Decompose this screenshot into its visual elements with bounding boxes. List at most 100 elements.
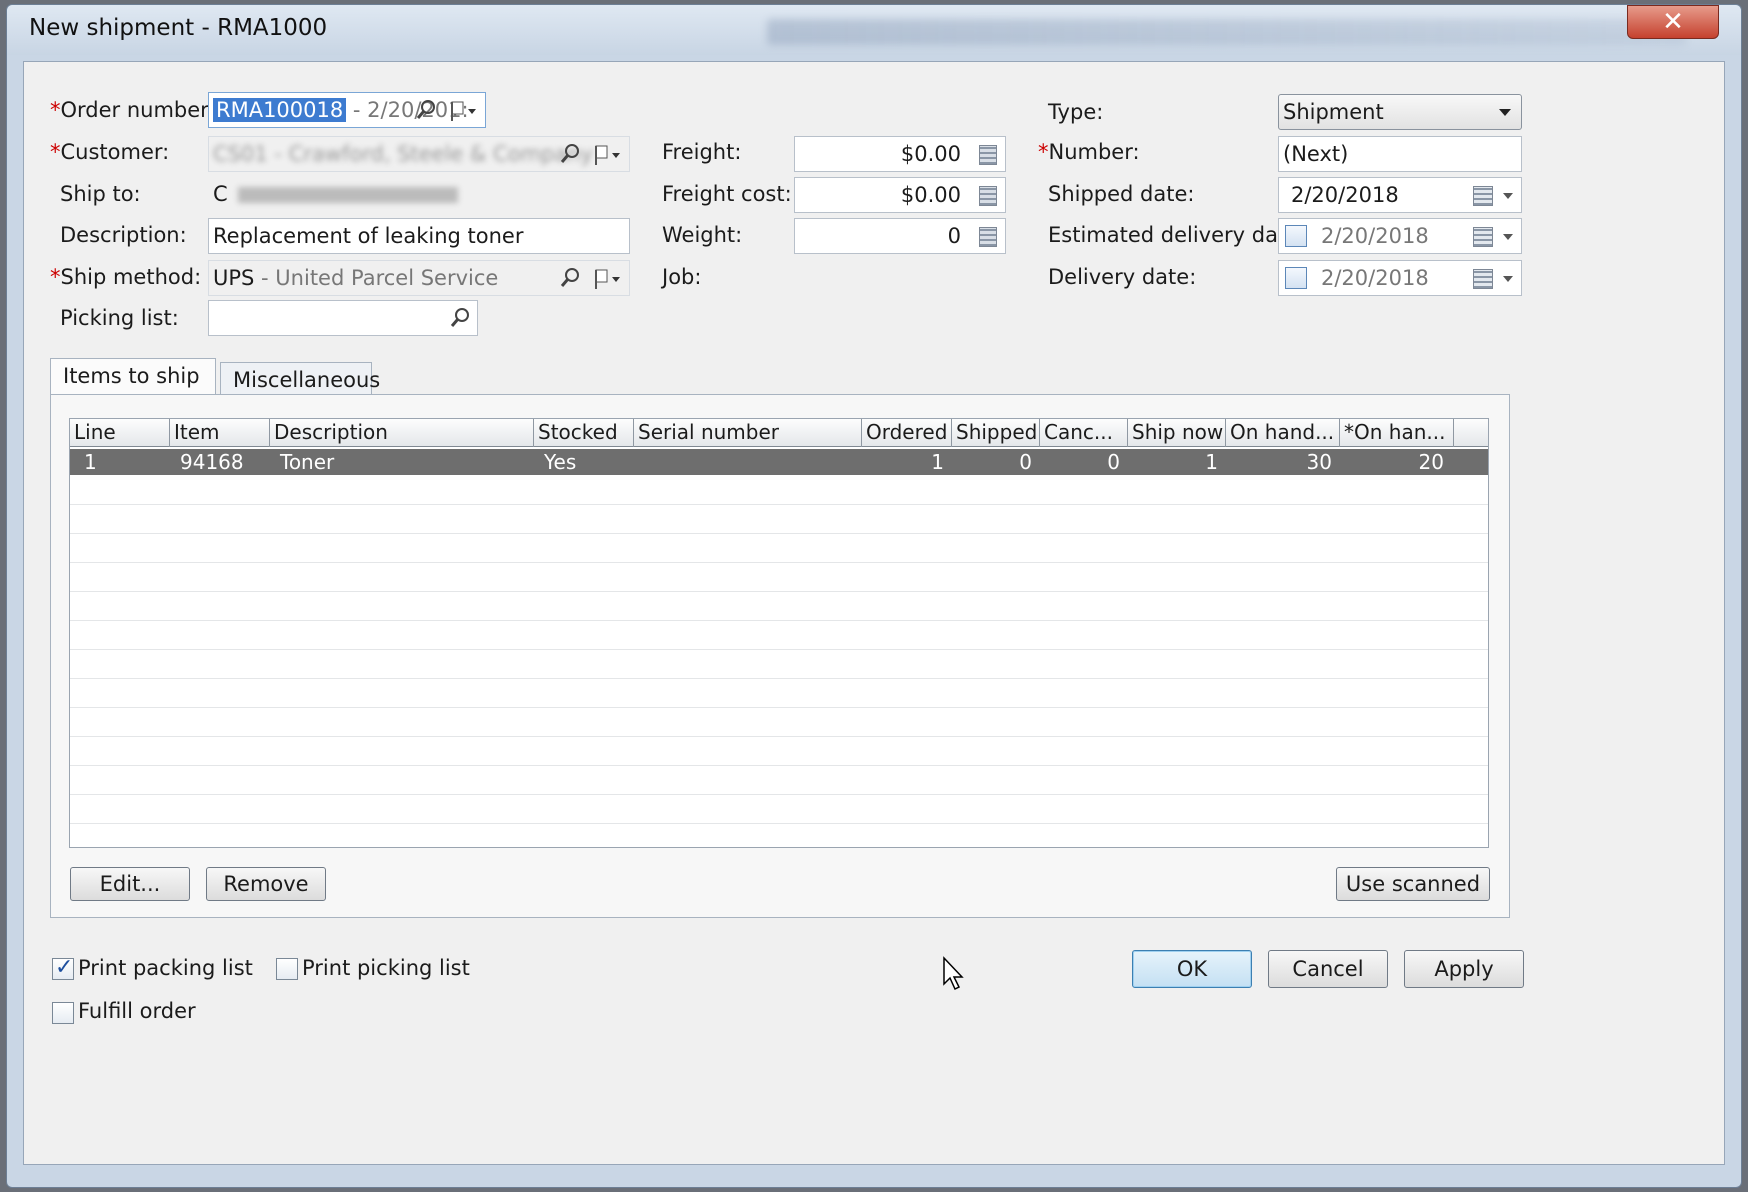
- cell-item: 94168: [180, 450, 244, 474]
- freight-label: Freight:: [662, 140, 742, 164]
- grid-line: [70, 649, 1488, 650]
- order-number-label: *Order number:: [50, 98, 216, 122]
- cancel-button[interactable]: Cancel: [1268, 950, 1388, 988]
- calculator-icon[interactable]: [979, 227, 997, 247]
- column-header-ship-now[interactable]: Ship now: [1128, 419, 1226, 447]
- column-header-shipped[interactable]: Shipped: [952, 419, 1040, 447]
- search-icon[interactable]: [449, 307, 471, 329]
- ok-button[interactable]: OK: [1132, 950, 1252, 988]
- grid-line: [70, 533, 1488, 534]
- remove-button[interactable]: Remove: [206, 867, 326, 901]
- calculator-icon[interactable]: [979, 145, 997, 165]
- job-label: Job:: [662, 265, 702, 289]
- shipped-date-field[interactable]: 2/20/2018: [1278, 177, 1522, 213]
- tab-miscellaneous[interactable]: Miscellaneous: [220, 362, 380, 398]
- column-header-on-hand[interactable]: On hand...: [1226, 419, 1340, 447]
- picking-list-field[interactable]: [208, 300, 478, 336]
- number-field[interactable]: (Next): [1278, 136, 1522, 172]
- column-header-line[interactable]: Line: [70, 419, 170, 447]
- weight-field[interactable]: 0: [794, 218, 1006, 254]
- cell-on-hand: 30: [1306, 450, 1332, 474]
- freight-field[interactable]: $0.00: [794, 136, 1006, 172]
- calendar-icon[interactable]: [1473, 269, 1493, 289]
- fulfill-order-checkbox[interactable]: [52, 1002, 74, 1024]
- ship-method-label: *Ship method:: [50, 265, 202, 289]
- dropdown-arrow-icon[interactable]: [1503, 234, 1513, 240]
- estimated-delivery-date-field[interactable]: 2/20/2018: [1278, 218, 1522, 254]
- flag-menu-icon[interactable]: [593, 267, 623, 291]
- delivery-date-checkbox[interactable]: [1285, 267, 1307, 289]
- ship-method-field[interactable]: UPS - United Parcel Service: [208, 260, 630, 296]
- column-header-cancelled[interactable]: Canc...: [1040, 419, 1128, 447]
- description-field[interactable]: Replacement of leaking toner: [208, 218, 630, 254]
- order-number-selected-text: RMA100018: [213, 98, 347, 122]
- dialog-window: New shipment - RMA1000 ✕ *Order number: …: [6, 4, 1742, 1188]
- grid-line: [70, 823, 1488, 824]
- print-picking-list-checkbox[interactable]: [276, 958, 298, 980]
- ship-to-field: C: [208, 176, 630, 212]
- column-header-ordered[interactable]: Ordered: [862, 419, 952, 447]
- print-picking-list-label[interactable]: Print picking list: [302, 956, 470, 980]
- order-number-field[interactable]: RMA100018 - 2/20/201:: [208, 92, 486, 128]
- column-header-item[interactable]: Item: [170, 419, 270, 447]
- customer-field[interactable]: CS01 - Crawford, Steele & Company: [208, 136, 630, 172]
- cell-stocked: Yes: [544, 450, 577, 474]
- flag-menu-icon[interactable]: [449, 99, 479, 123]
- dialog-client-area: *Order number: RMA100018 - 2/20/201: *Cu…: [23, 61, 1725, 1165]
- column-header-description[interactable]: Description: [270, 419, 534, 447]
- fulfill-order-label[interactable]: Fulfill order: [78, 999, 196, 1023]
- freight-cost-field[interactable]: $0.00: [794, 177, 1006, 213]
- calculator-icon[interactable]: [979, 186, 997, 206]
- background-toolbar-blur: [767, 19, 1687, 45]
- tab-items-to-ship[interactable]: Items to ship *: [50, 358, 216, 422]
- delivery-date-field[interactable]: 2/20/2018: [1278, 260, 1522, 296]
- cell-description: Toner: [280, 450, 335, 474]
- window-title: New shipment - RMA1000: [29, 15, 328, 41]
- ship-to-redacted: [238, 187, 459, 203]
- print-packing-list-label[interactable]: Print packing list: [78, 956, 253, 980]
- delivery-date-label: Delivery date:: [1048, 265, 1197, 289]
- title-bar[interactable]: New shipment - RMA1000 ✕: [7, 5, 1741, 55]
- cell-on-hand-after: 20: [1418, 450, 1444, 474]
- print-packing-list-checkbox[interactable]: ✓: [52, 955, 74, 980]
- type-dropdown[interactable]: Shipment: [1278, 94, 1522, 130]
- search-icon[interactable]: [559, 267, 581, 289]
- search-icon[interactable]: [415, 99, 437, 121]
- checkmark-icon: ✓: [55, 955, 74, 980]
- dropdown-arrow-icon[interactable]: [1503, 276, 1513, 282]
- grid-line: [70, 765, 1488, 766]
- grid-header: Line Item Description Stocked Serial num…: [70, 419, 1488, 447]
- dropdown-arrow-icon[interactable]: [1503, 193, 1513, 199]
- cell-cancelled: 0: [1107, 450, 1120, 474]
- calendar-icon[interactable]: [1473, 227, 1493, 247]
- mouse-cursor-icon: [943, 956, 964, 991]
- edit-button[interactable]: Edit...: [70, 867, 190, 901]
- cell-ship-now: 1: [1205, 450, 1218, 474]
- estimated-delivery-date-label: Estimated delivery date:: [1048, 223, 1307, 247]
- weight-label: Weight:: [662, 223, 743, 247]
- grid-line: [70, 591, 1488, 592]
- close-button[interactable]: ✕: [1627, 5, 1719, 39]
- type-label: Type:: [1048, 100, 1104, 124]
- estimated-delivery-date-checkbox[interactable]: [1285, 225, 1307, 247]
- picking-list-label: Picking list:: [60, 306, 179, 330]
- calendar-icon[interactable]: [1473, 186, 1493, 206]
- freight-cost-label: Freight cost:: [662, 182, 792, 206]
- number-label: *Number:: [1038, 140, 1140, 164]
- ship-to-label: Ship to:: [60, 182, 141, 206]
- grid-line: [70, 707, 1488, 708]
- cell-line: 1: [84, 450, 97, 474]
- column-header-serial-number[interactable]: Serial number: [634, 419, 862, 447]
- table-row[interactable]: 1 94168 Toner Yes 1 0 0 1 30 20: [70, 449, 1488, 475]
- column-header-on-hand-after[interactable]: *On han...: [1340, 419, 1454, 447]
- customer-label: *Customer:: [50, 140, 170, 164]
- items-grid[interactable]: Line Item Description Stocked Serial num…: [69, 418, 1489, 848]
- use-scanned-button[interactable]: Use scanned: [1336, 867, 1490, 901]
- flag-menu-icon[interactable]: [593, 143, 623, 167]
- cell-shipped: 0: [1019, 450, 1032, 474]
- search-icon[interactable]: [559, 143, 581, 165]
- dropdown-arrow-icon: [1499, 109, 1511, 116]
- column-header-stocked[interactable]: Stocked: [534, 419, 634, 447]
- apply-button[interactable]: Apply: [1404, 950, 1524, 988]
- description-label: Description:: [60, 223, 187, 247]
